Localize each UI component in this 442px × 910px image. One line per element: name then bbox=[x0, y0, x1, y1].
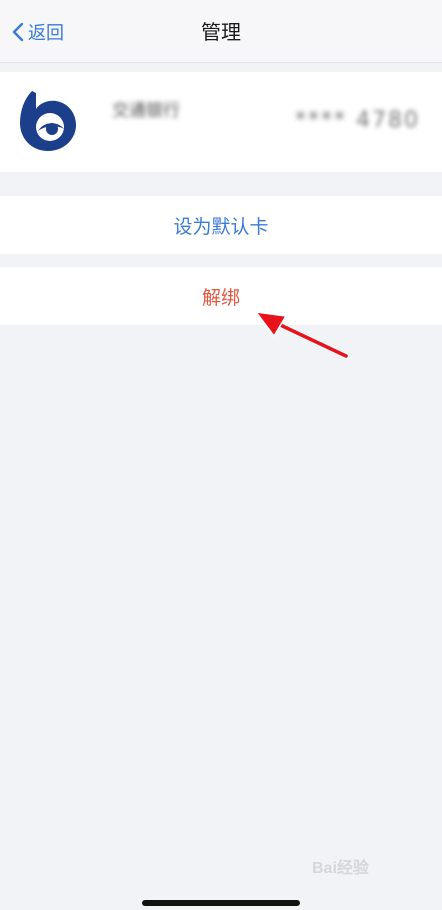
watermark-text: Bai经验 bbox=[312, 860, 369, 877]
navigation-bar: 返回 管理 bbox=[0, 0, 442, 63]
annotation-arrow-icon bbox=[250, 300, 360, 370]
unbind-card-button[interactable]: 解绑 bbox=[0, 267, 442, 325]
baidu-watermark: Bai经验 bbox=[312, 848, 412, 884]
page-title: 管理 bbox=[201, 20, 241, 44]
bank-name: 交通银行 bbox=[112, 101, 180, 121]
set-default-card-button[interactable]: 设为默认卡 bbox=[0, 196, 442, 254]
bank-logo-icon bbox=[14, 87, 84, 157]
set-default-card-label: 设为默认卡 bbox=[173, 215, 269, 238]
card-number: **** 4780 bbox=[295, 108, 420, 133]
screen: 返回 管理 交通银行 **** 4780 设为默认卡 解绑 Bai经验 bbox=[0, 0, 442, 910]
home-indicator[interactable] bbox=[142, 900, 300, 906]
unbind-card-label: 解绑 bbox=[201, 286, 240, 309]
